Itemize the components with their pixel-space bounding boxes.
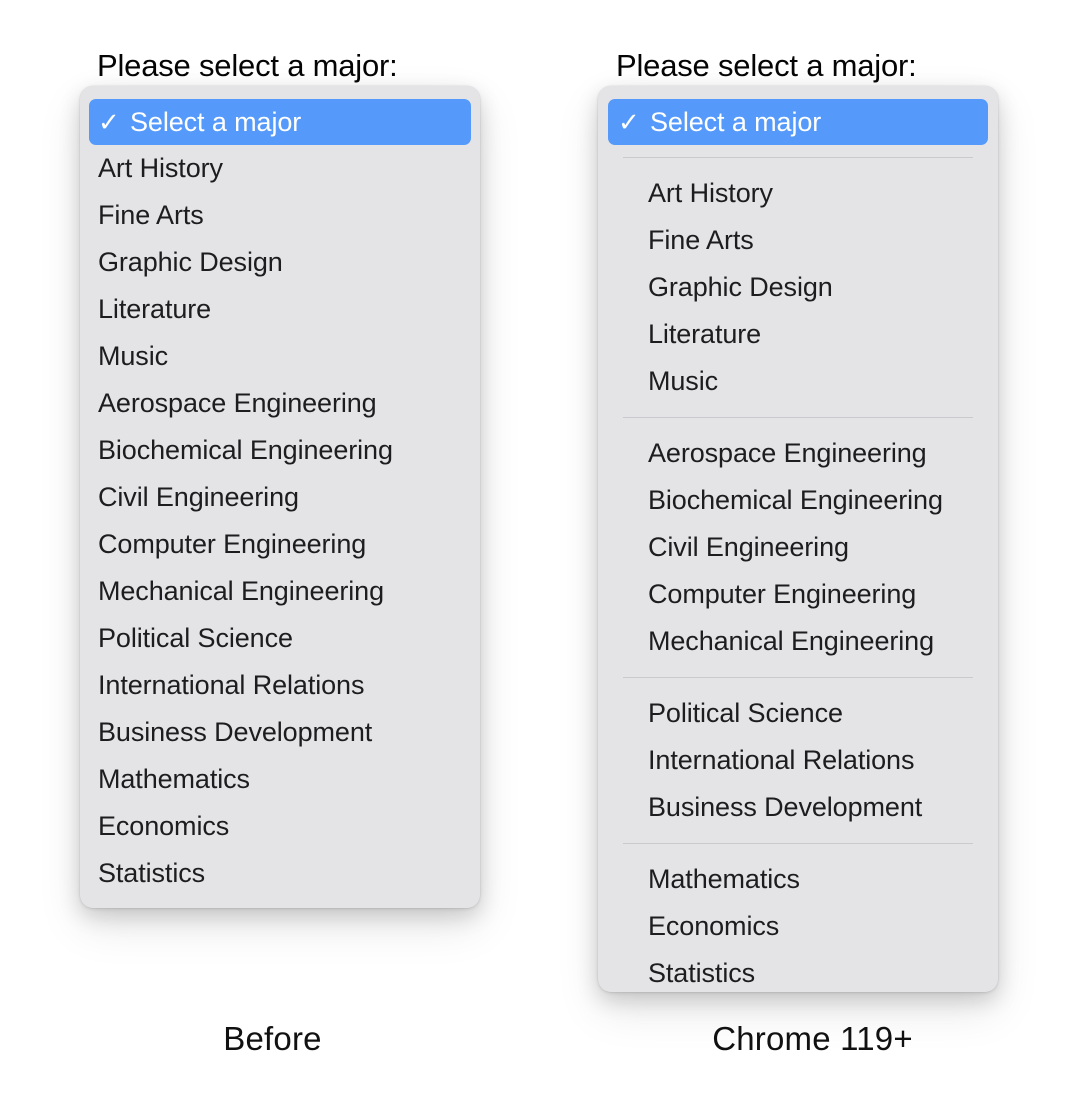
option-label: Economics bbox=[648, 911, 780, 941]
option-item[interactable]: Economics bbox=[80, 803, 480, 850]
option-label: Select a major bbox=[130, 106, 302, 137]
option-label: Literature bbox=[648, 319, 762, 349]
option-label: Music bbox=[98, 341, 169, 371]
after-prompt-label: Please select a major: bbox=[616, 48, 917, 83]
option-item[interactable]: Graphic Design bbox=[598, 264, 998, 311]
option-label: Economics bbox=[98, 811, 230, 841]
option-label: Statistics bbox=[98, 858, 206, 888]
option-label: Literature bbox=[98, 294, 212, 324]
after-caption: Chrome 119+ bbox=[712, 1020, 913, 1057]
option-label: Business Development bbox=[98, 717, 373, 747]
option-item[interactable]: International Relations bbox=[80, 662, 480, 709]
option-label: Computer Engineering bbox=[98, 529, 367, 559]
option-item[interactable]: Mathematics bbox=[80, 756, 480, 803]
option-label: Political Science bbox=[648, 698, 843, 728]
option-label: Political Science bbox=[98, 623, 293, 653]
option-item[interactable]: Civil Engineering bbox=[598, 524, 998, 571]
option-item[interactable]: Civil Engineering bbox=[80, 474, 480, 521]
after-option-list: ✓ Select a major Art History Fine Arts Graph… bbox=[598, 99, 998, 997]
option-label: Fine Arts bbox=[648, 225, 754, 255]
option-label: Aerospace Engineering bbox=[648, 438, 927, 468]
option-item[interactable]: Political Science bbox=[598, 690, 998, 737]
option-label: Mechanical Engineering bbox=[648, 626, 934, 656]
option-label: Biochemical Engineering bbox=[648, 485, 943, 515]
option-label: Fine Arts bbox=[98, 200, 204, 230]
option-label: Biochemical Engineering bbox=[98, 435, 393, 465]
option-label: Art History bbox=[648, 178, 773, 208]
option-item[interactable]: Music bbox=[598, 358, 998, 405]
option-label: Aerospace Engineering bbox=[98, 388, 377, 418]
option-label: Art History bbox=[98, 153, 223, 183]
option-label: International Relations bbox=[98, 670, 365, 700]
option-label: Mathematics bbox=[648, 864, 800, 894]
before-dropdown-listbox[interactable]: ✓ Select a major Art History Fine Arts Graph… bbox=[80, 86, 480, 908]
option-label: International Relations bbox=[648, 745, 915, 775]
option-item[interactable]: Mathematics bbox=[598, 856, 998, 903]
option-label: Civil Engineering bbox=[98, 482, 299, 512]
checkmark-icon: ✓ bbox=[98, 107, 120, 137]
option-label: Mechanical Engineering bbox=[98, 576, 384, 606]
option-item[interactable]: Literature bbox=[598, 311, 998, 358]
option-item[interactable]: International Relations bbox=[598, 737, 998, 784]
option-label: Computer Engineering bbox=[648, 579, 917, 609]
option-item[interactable]: Economics bbox=[598, 903, 998, 950]
option-item[interactable]: Statistics bbox=[598, 950, 998, 997]
option-item[interactable]: Biochemical Engineering bbox=[80, 427, 480, 474]
option-item[interactable]: Political Science bbox=[80, 615, 480, 662]
option-group: Aerospace Engineering Biochemical Enginee… bbox=[598, 430, 998, 665]
option-item[interactable]: Art History bbox=[80, 145, 480, 192]
option-group-separator bbox=[623, 677, 973, 678]
option-label: Music bbox=[648, 366, 719, 396]
option-label: Graphic Design bbox=[648, 272, 833, 302]
option-group: Political Science International Relations… bbox=[598, 690, 998, 831]
option-group-separator bbox=[623, 417, 973, 418]
comparison-figure: Please select a major: ✓ Select a major Ar… bbox=[0, 0, 1080, 1095]
option-item[interactable]: Graphic Design bbox=[80, 239, 480, 286]
option-item[interactable]: Fine Arts bbox=[598, 217, 998, 264]
option-item[interactable]: Business Development bbox=[598, 784, 998, 831]
option-item[interactable]: Aerospace Engineering bbox=[80, 380, 480, 427]
before-option-list: ✓ Select a major Art History Fine Arts Graph… bbox=[80, 99, 480, 897]
option-label: Select a major bbox=[650, 106, 822, 137]
option-label: Graphic Design bbox=[98, 247, 283, 277]
checkmark-icon: ✓ bbox=[618, 107, 640, 137]
option-item[interactable]: Literature bbox=[80, 286, 480, 333]
option-label: Business Development bbox=[648, 792, 923, 822]
option-item[interactable]: Mechanical Engineering bbox=[598, 618, 998, 665]
option-item[interactable]: Mechanical Engineering bbox=[80, 568, 480, 615]
option-item[interactable]: Business Development bbox=[80, 709, 480, 756]
option-group: Art History Fine Arts Graphic Design Litera… bbox=[598, 170, 998, 405]
option-label: Civil Engineering bbox=[648, 532, 849, 562]
option-item[interactable]: Music bbox=[80, 333, 480, 380]
before-prompt-label: Please select a major: bbox=[97, 48, 398, 83]
after-dropdown-listbox[interactable]: ✓ Select a major Art History Fine Arts Graph… bbox=[598, 86, 998, 992]
option-item[interactable]: Art History bbox=[598, 170, 998, 217]
before-caption: Before bbox=[223, 1020, 322, 1057]
option-item[interactable]: Computer Engineering bbox=[80, 521, 480, 568]
option-item[interactable]: Aerospace Engineering bbox=[598, 430, 998, 477]
option-label: Statistics bbox=[648, 958, 756, 988]
option-item-selected[interactable]: ✓ Select a major bbox=[89, 99, 471, 145]
option-item[interactable]: Statistics bbox=[80, 850, 480, 897]
option-item[interactable]: Computer Engineering bbox=[598, 571, 998, 618]
option-item[interactable]: Fine Arts bbox=[80, 192, 480, 239]
option-item[interactable]: Biochemical Engineering bbox=[598, 477, 998, 524]
option-group-separator bbox=[623, 157, 973, 158]
option-item-selected[interactable]: ✓ Select a major bbox=[608, 99, 988, 145]
option-group: Mathematics Economics Statistics bbox=[598, 856, 998, 997]
option-label: Mathematics bbox=[98, 764, 250, 794]
option-group-separator bbox=[623, 843, 973, 844]
